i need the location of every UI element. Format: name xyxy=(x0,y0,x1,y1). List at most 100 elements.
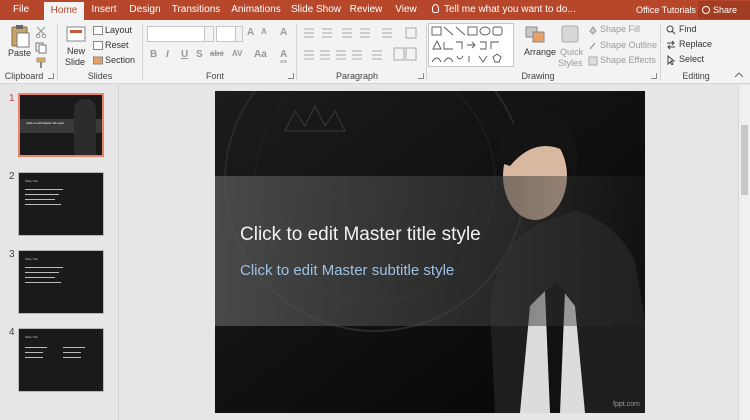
tell-me-search[interactable]: Tell me what you want to do... xyxy=(432,0,576,20)
thumb-bullet xyxy=(25,347,47,348)
thumb-bullet xyxy=(25,204,61,205)
copy-icon[interactable] xyxy=(35,42,47,54)
slide-title-placeholder[interactable]: Click to edit Master title style xyxy=(240,224,481,246)
section-icon xyxy=(93,56,103,65)
new-slide-label-2[interactable]: Slide xyxy=(65,57,85,67)
new-slide-label-1[interactable]: New xyxy=(67,46,85,56)
section-button[interactable]: Section xyxy=(105,55,135,65)
account-name[interactable]: Office Tutorials xyxy=(636,0,696,20)
font-size-input[interactable] xyxy=(216,26,236,42)
clipboard-group-label: Clipboard xyxy=(4,71,44,81)
tell-me-text: Tell me what you want to do... xyxy=(444,4,576,15)
thumb-bullet xyxy=(63,347,85,348)
scrollbar-thumb[interactable] xyxy=(741,125,748,195)
tab-file[interactable]: File xyxy=(6,0,36,20)
font-name-dropdown-icon[interactable] xyxy=(204,26,214,42)
shape-outline-button[interactable]: Shape Outline xyxy=(600,40,657,50)
font-group-label: Font xyxy=(205,71,224,81)
cut-icon[interactable] xyxy=(35,26,47,38)
tab-home[interactable]: Home xyxy=(44,2,84,20)
slide-subtitle-placeholder[interactable]: Click to edit Master subtitle style xyxy=(240,262,454,279)
quick-styles-label-1[interactable]: Quick xyxy=(560,47,583,57)
drawing-group-label: Drawing xyxy=(521,71,555,81)
thumb-number-1: 1 xyxy=(9,93,15,104)
paste-button[interactable]: Paste xyxy=(8,48,31,58)
tab-design[interactable]: Design xyxy=(126,0,164,20)
slide-thumbnail-3[interactable]: Slide Title xyxy=(18,250,104,314)
char-spacing-button[interactable]: AV xyxy=(232,49,243,58)
paste-icon[interactable] xyxy=(8,24,32,48)
clipboard-launcher-icon[interactable] xyxy=(48,73,54,79)
layout-button[interactable]: Layout xyxy=(105,25,132,35)
reset-button[interactable]: Reset xyxy=(105,40,129,50)
thumb-bullet xyxy=(63,352,81,353)
tab-insert[interactable]: Insert xyxy=(87,0,121,20)
master-slide[interactable]: Click to edit Master title style Click t… xyxy=(215,91,645,413)
collapse-ribbon-icon[interactable] xyxy=(734,71,744,79)
paragraph-group-label: Paragraph xyxy=(335,71,379,81)
slide-thumbnail-4[interactable]: Slide Title xyxy=(18,328,104,392)
slide-background xyxy=(215,91,645,413)
shapes-icons[interactable] xyxy=(429,24,513,66)
ribbon: Paste Clipboard New Slide Layout Reset S… xyxy=(0,20,750,84)
slide-thumbnail-pane: 1 Click to edit Master title style 2 Sli… xyxy=(0,85,119,420)
font-launcher-icon[interactable] xyxy=(288,73,294,79)
tab-view[interactable]: View xyxy=(390,0,422,20)
layout-icon xyxy=(93,26,103,35)
underline-button[interactable]: U xyxy=(181,49,188,60)
font-name-input[interactable] xyxy=(147,26,205,42)
thumb-bullet xyxy=(63,357,81,358)
thumb-bullet xyxy=(25,352,43,353)
italic-button[interactable]: I xyxy=(166,49,169,60)
change-case-button[interactable]: Aa xyxy=(254,49,267,60)
shape-fill-button[interactable]: Shape Fill xyxy=(600,24,640,34)
share-button[interactable]: Share xyxy=(698,1,750,19)
clear-formatting-icon[interactable]: A xyxy=(280,27,287,38)
shape-fill-icon xyxy=(589,26,597,35)
shape-outline-icon xyxy=(589,42,596,50)
vertical-scrollbar[interactable] xyxy=(738,85,750,420)
quick-styles-icon[interactable] xyxy=(560,24,580,44)
arrange-button[interactable]: Arrange xyxy=(524,47,556,57)
slide-thumbnail-2[interactable]: Slide Title xyxy=(18,172,104,236)
decrease-font-icon[interactable]: A xyxy=(261,27,267,36)
paragraph-icons[interactable] xyxy=(302,26,422,70)
thumb-number-4: 4 xyxy=(9,327,15,338)
thumb-bullet xyxy=(25,199,55,200)
thumb-number-2: 2 xyxy=(9,171,15,182)
font-color-button[interactable]: A xyxy=(280,49,288,63)
tab-review[interactable]: Review xyxy=(348,0,384,20)
bold-button[interactable]: B xyxy=(150,49,157,60)
paragraph-launcher-icon[interactable] xyxy=(418,73,424,79)
thumb-photo xyxy=(74,99,96,155)
shapes-gallery[interactable] xyxy=(428,23,514,67)
arrange-icon[interactable] xyxy=(524,25,548,45)
strikethrough-button[interactable]: abc xyxy=(210,49,224,58)
select-button[interactable]: Select xyxy=(679,54,704,64)
tab-animations[interactable]: Animations xyxy=(228,0,284,20)
find-icon xyxy=(666,25,676,35)
lightbulb-icon xyxy=(432,4,439,13)
thumb-bullet xyxy=(25,282,61,283)
format-painter-icon[interactable] xyxy=(35,57,47,69)
shadow-button[interactable]: S xyxy=(196,49,203,60)
font-size-dropdown-icon[interactable] xyxy=(235,26,243,42)
quick-styles-label-2[interactable]: Styles xyxy=(558,58,583,68)
slide-thumbnail-1[interactable]: Click to edit Master title style xyxy=(18,93,104,157)
thumb-number-3: 3 xyxy=(9,249,15,260)
replace-icon xyxy=(667,40,675,50)
thumb-title: Click to edit Master title style xyxy=(26,121,65,125)
replace-button[interactable]: Replace xyxy=(679,39,712,49)
tab-slide-show[interactable]: Slide Show xyxy=(290,0,342,20)
drawing-launcher-icon[interactable] xyxy=(651,73,657,79)
reset-icon xyxy=(93,41,103,50)
share-label: Share xyxy=(713,5,738,15)
increase-font-icon[interactable]: A xyxy=(247,27,254,38)
tab-transitions[interactable]: Transitions xyxy=(168,0,224,20)
watermark-text: fppt.com xyxy=(613,401,640,408)
ribbon-tab-bar: File Home Insert Design Transitions Anim… xyxy=(0,0,750,20)
thumb-title: Slide Title xyxy=(25,335,39,339)
new-slide-icon[interactable] xyxy=(66,24,86,44)
shape-effects-button[interactable]: Shape Effects xyxy=(600,55,656,65)
find-button[interactable]: Find xyxy=(679,24,697,34)
